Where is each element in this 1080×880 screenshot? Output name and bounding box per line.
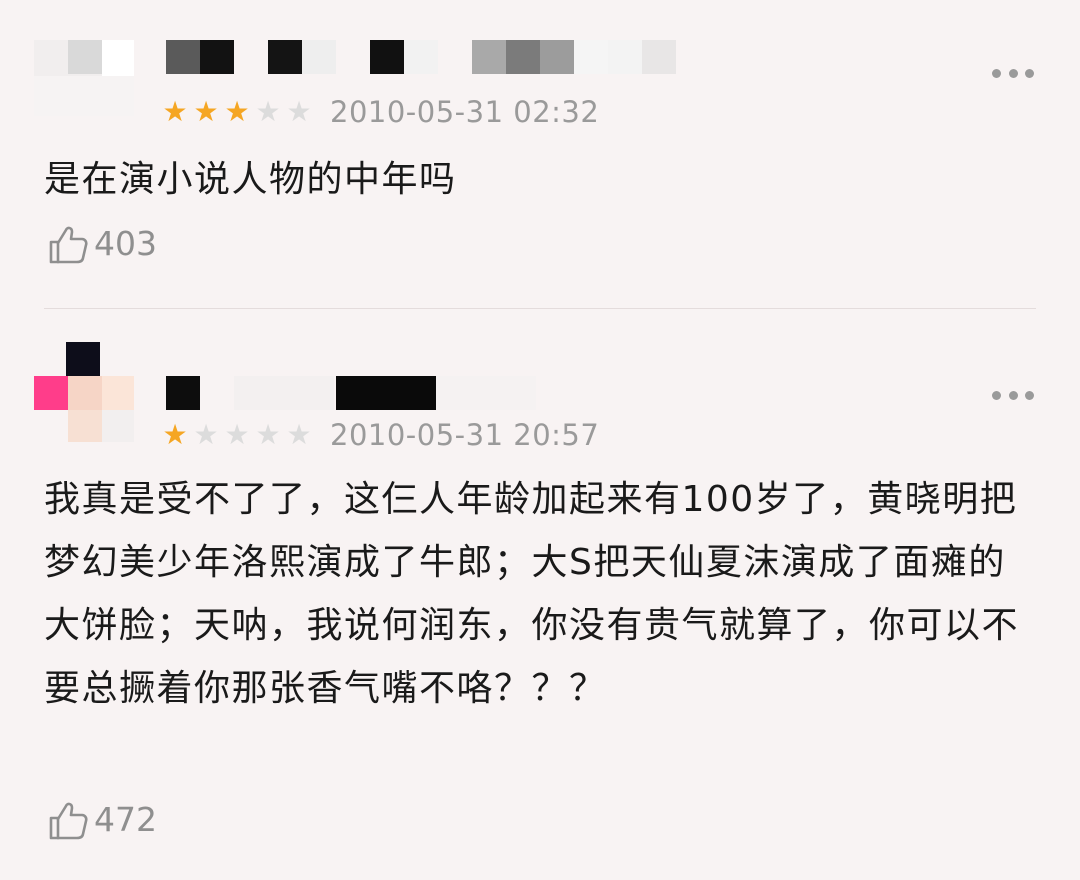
thumbs-up-icon	[49, 802, 88, 840]
star-icon: ★	[193, 95, 219, 128]
star-icon: ★	[224, 418, 250, 451]
star-icon: ★	[162, 95, 188, 128]
star-icon: ★	[255, 95, 281, 128]
like-button[interactable]: 472	[46, 798, 157, 842]
avatar[interactable]	[34, 40, 134, 116]
rating-stars: ★ ★ ★ ★ ★	[160, 97, 314, 127]
divider	[44, 308, 1036, 309]
star-icon: ★	[255, 418, 281, 451]
like-button[interactable]: 403	[46, 222, 157, 266]
avatar-pixel	[68, 410, 102, 442]
timestamp: 2010-05-31 20:57	[330, 418, 600, 452]
thumbs-up-icon	[49, 226, 88, 264]
timestamp: 2010-05-31 02:32	[330, 95, 600, 129]
comment-text: 我真是受不了了，这仨人年龄加起来有100岁了，黄晓明把梦幻美少年洛熙演成了牛郎；…	[44, 479, 1020, 709]
star-icon: ★	[286, 95, 312, 128]
avatar-pixel	[34, 76, 134, 116]
avatar-pixel	[102, 410, 134, 442]
avatar-pixel	[102, 40, 134, 76]
like-count: 472	[94, 800, 157, 839]
username-redacted[interactable]	[166, 376, 546, 410]
avatar-pixel	[66, 342, 100, 376]
avatar-pixel	[102, 376, 134, 410]
more-dots-icon[interactable]	[992, 390, 1034, 400]
avatar-pixel	[68, 376, 102, 410]
comment-item: ★ ★ ★ ★ ★ 2010-05-31 20:57 我真是受不了了，这仨人年龄加起来有…	[0, 310, 1080, 880]
rating-stars: ★ ★ ★ ★ ★	[160, 420, 314, 450]
star-icon: ★	[286, 418, 312, 451]
avatar-pixel	[68, 40, 102, 74]
more-dots-icon[interactable]	[992, 68, 1034, 78]
star-icon: ★	[162, 418, 188, 451]
comment-text: 是在演小说人物的中年吗	[44, 159, 457, 200]
like-count: 403	[94, 224, 157, 263]
comment-item: ★ ★ ★ ★ ★ 2010-05-31 02:32 是在演小说人物的中年吗 403	[0, 0, 1080, 300]
comment-list: ★ ★ ★ ★ ★ 2010-05-31 02:32 是在演小说人物的中年吗 403	[0, 0, 1080, 880]
star-icon: ★	[224, 95, 250, 128]
star-icon: ★	[193, 418, 219, 451]
username-redacted[interactable]	[166, 40, 676, 74]
avatar[interactable]	[34, 342, 134, 442]
avatar-pixel	[34, 376, 68, 410]
